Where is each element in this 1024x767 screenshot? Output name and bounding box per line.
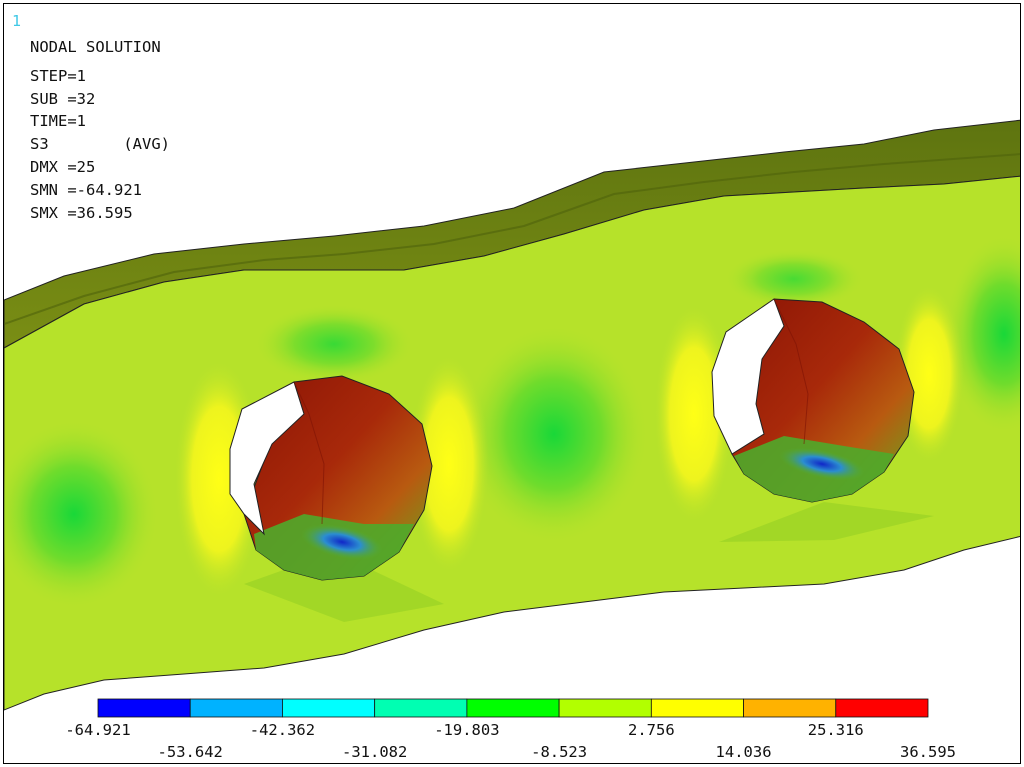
window-number: 1 [12,12,22,30]
graphics-viewport[interactable]: 1 NODAL SOLUTION STEP=1 SUB =32 TIME=1 S… [3,3,1021,764]
info-result-item: S3 (AVG) [30,135,170,154]
info-time: TIME=1 [30,112,86,131]
info-dmx: DMX =25 [30,157,96,176]
plot-info-block: NODAL SOLUTION STEP=1 SUB =32 TIME=1 S3 … [30,36,170,224]
info-smn: SMN =-64.921 [30,180,142,199]
info-step: STEP=1 [30,66,86,85]
info-sub: SUB =32 [30,89,96,108]
plot-title: NODAL SOLUTION [30,38,161,56]
info-smx: SMX =36.595 [30,203,133,222]
